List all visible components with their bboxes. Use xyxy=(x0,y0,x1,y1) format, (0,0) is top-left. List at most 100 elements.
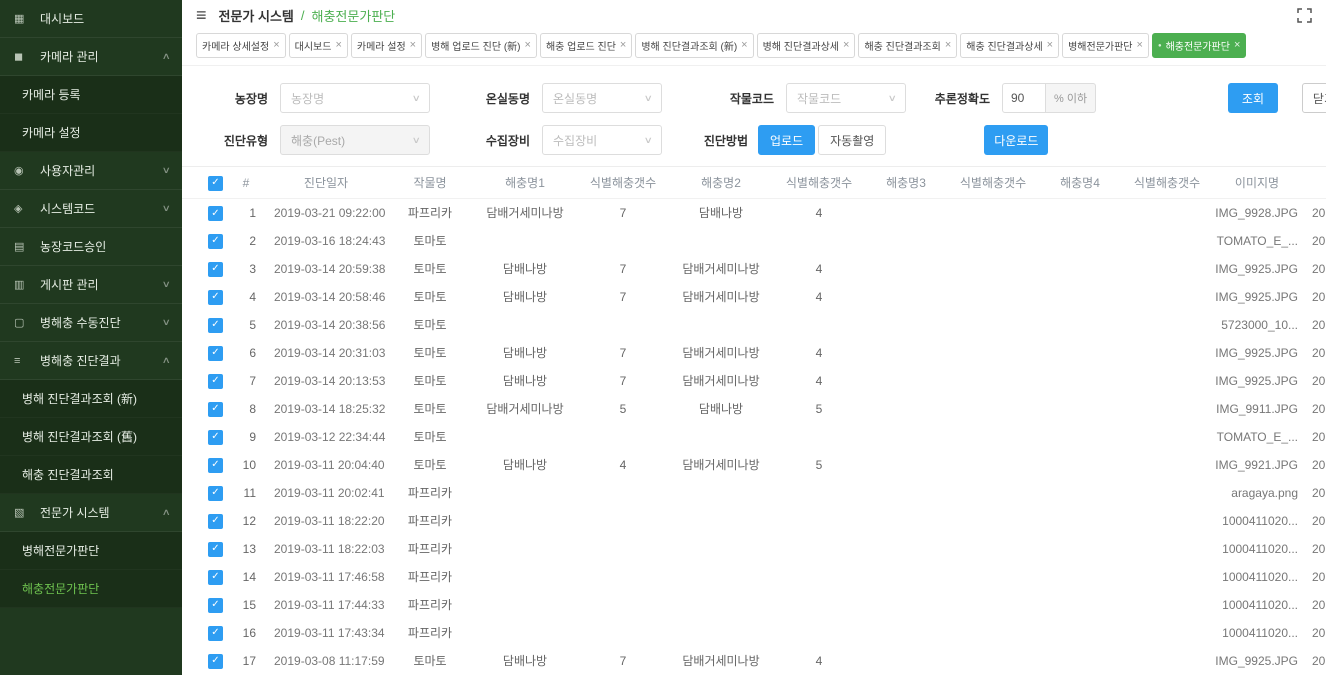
sidebar-item-disease-result-old[interactable]: 병해 진단결과조회 (舊) xyxy=(0,418,182,456)
cell-check: ✓ xyxy=(182,367,228,395)
cell-cnt3 xyxy=(948,283,1038,311)
accuracy-input[interactable] xyxy=(1002,83,1046,113)
row-checkbox[interactable]: ✓ xyxy=(208,458,223,473)
row-checkbox[interactable]: ✓ xyxy=(208,598,223,613)
tab-close-icon[interactable]: × xyxy=(410,40,416,51)
cell-pest3 xyxy=(864,227,948,255)
cell-num: 3 xyxy=(228,255,264,283)
cell-pest4 xyxy=(1038,451,1122,479)
sidebar-item-label: 카메라 설정 xyxy=(22,124,170,141)
tab-11[interactable]: ●해충전문가판단× xyxy=(1152,33,1246,58)
cell-reg: 201 xyxy=(1302,451,1326,479)
tab-1[interactable]: 카메라 상세설정× xyxy=(196,33,286,58)
row-checkbox[interactable]: ✓ xyxy=(208,206,223,221)
cell-cnt4 xyxy=(1122,479,1212,507)
select-all-checkbox[interactable]: ✓ xyxy=(208,176,223,191)
greenhouse-select[interactable]: 온실동명 ∨ xyxy=(542,83,662,113)
row-checkbox[interactable]: ✓ xyxy=(208,234,223,249)
sidebar-item-label: 해충전문가판단 xyxy=(22,580,170,597)
row-checkbox[interactable]: ✓ xyxy=(208,290,223,305)
tab-close-icon[interactable]: × xyxy=(620,40,626,51)
row-checkbox[interactable]: ✓ xyxy=(208,374,223,389)
equipment-select[interactable]: 수집장비 ∨ xyxy=(542,125,662,155)
tab-3[interactable]: 카메라 설정× xyxy=(351,33,422,58)
sidebar-item-system-code[interactable]: ◈시스템코드∨ xyxy=(0,190,182,228)
download-button[interactable]: 다운로드 xyxy=(984,125,1048,155)
row-checkbox[interactable]: ✓ xyxy=(208,318,223,333)
tab-close-icon[interactable]: × xyxy=(1047,40,1053,51)
tab-10[interactable]: 병해전문가판단× xyxy=(1062,33,1149,58)
tab-close-icon[interactable]: × xyxy=(273,40,279,51)
row-checkbox[interactable]: ✓ xyxy=(208,402,223,417)
tab-close-icon[interactable]: × xyxy=(945,40,951,51)
tab-close-icon[interactable]: × xyxy=(1137,40,1143,51)
row-checkbox[interactable]: ✓ xyxy=(208,626,223,641)
tab-close-icon[interactable]: × xyxy=(525,40,531,51)
method-autocapture-button[interactable]: 자동촬영 xyxy=(818,125,886,155)
tab-close-icon[interactable]: × xyxy=(335,40,341,51)
cell-image: aragaya.png xyxy=(1212,479,1302,507)
hamburger-menu-icon[interactable]: ≡ xyxy=(196,6,207,24)
row-checkbox[interactable]: ✓ xyxy=(208,346,223,361)
sidebar-item-dashboard[interactable]: ▦대시보드 xyxy=(0,0,182,38)
tab-close-icon[interactable]: × xyxy=(1234,40,1240,51)
column-header-pest3: 해충명3 xyxy=(864,167,948,199)
sidebar-item-farm-code-approval[interactable]: ▤농장코드승인 xyxy=(0,228,182,266)
row-checkbox[interactable]: ✓ xyxy=(208,430,223,445)
row-checkbox[interactable]: ✓ xyxy=(208,542,223,557)
method-upload-button[interactable]: 업로드 xyxy=(758,125,815,155)
cell-cnt1: 7 xyxy=(578,647,668,675)
close-button[interactable]: 닫기 xyxy=(1302,83,1326,113)
crop-code-select[interactable]: 작물코드 ∨ xyxy=(786,83,906,113)
sidebar-item-expert-system[interactable]: ▧전문가 시스템∧ xyxy=(0,494,182,532)
cell-image: IMG_9911.JPG xyxy=(1212,395,1302,423)
cell-image: TOMATO_E_... xyxy=(1212,423,1302,451)
monitor-icon: ▢ xyxy=(14,316,34,329)
sidebar-item-pest-diagnosis-results[interactable]: ≡병해충 진단결과∧ xyxy=(0,342,182,380)
tab-6[interactable]: 병해 진단결과조회 (新)× xyxy=(635,33,753,58)
tab-close-icon[interactable]: × xyxy=(843,40,849,51)
sidebar-item-camera-settings[interactable]: 카메라 설정 xyxy=(0,114,182,152)
tab-close-icon[interactable]: × xyxy=(741,40,747,51)
cell-image: IMG_9925.JPG xyxy=(1212,367,1302,395)
tab-2[interactable]: 대시보드× xyxy=(289,33,348,58)
cell-reg: 201 xyxy=(1302,339,1326,367)
tab-5[interactable]: 해충 업로드 진단× xyxy=(540,33,632,58)
cell-cnt4 xyxy=(1122,311,1212,339)
cell-cnt4 xyxy=(1122,423,1212,451)
column-header-check[interactable]: ✓ xyxy=(182,167,228,199)
cell-cnt1: 7 xyxy=(578,339,668,367)
farm-select[interactable]: 농장명 ∨ xyxy=(280,83,430,113)
cell-pest2: 담배거세미나방 xyxy=(668,283,774,311)
sidebar-item-camera-register[interactable]: 카메라 등록 xyxy=(0,76,182,114)
sidebar-item-pest-expert[interactable]: 해충전문가판단 xyxy=(0,570,182,608)
sidebar-item-user-management[interactable]: ◉사용자관리∨ xyxy=(0,152,182,190)
row-checkbox[interactable]: ✓ xyxy=(208,262,223,277)
tab-label: 병해 업로드 진단 (新) xyxy=(431,38,520,53)
search-button[interactable]: 조회 xyxy=(1228,83,1278,113)
row-checkbox[interactable]: ✓ xyxy=(208,654,223,669)
diagnosis-type-select[interactable]: 해충(Pest) ∨ xyxy=(280,125,430,155)
sidebar-item-label: 게시판 관리 xyxy=(40,276,163,293)
sidebar-item-board-management[interactable]: ▥게시판 관리∨ xyxy=(0,266,182,304)
sidebar-item-camera-management[interactable]: ◼카메라 관리∧ xyxy=(0,38,182,76)
row-checkbox[interactable]: ✓ xyxy=(208,514,223,529)
fullscreen-icon[interactable] xyxy=(1297,8,1312,23)
sidebar-item-pest-manual-diagnosis[interactable]: ▢병해충 수동진단∨ xyxy=(0,304,182,342)
row-checkbox[interactable]: ✓ xyxy=(208,570,223,585)
tab-7[interactable]: 병해 진단결과상세× xyxy=(757,33,856,58)
sidebar-item-pest-result[interactable]: 해충 진단결과조회 xyxy=(0,456,182,494)
cell-pest1: 담배나방 xyxy=(472,647,578,675)
sidebar-item-label: 시스템코드 xyxy=(40,200,163,217)
cell-date: 2019-03-11 20:04:40 xyxy=(264,451,388,479)
sidebar-item-disease-expert[interactable]: 병해전문가판단 xyxy=(0,532,182,570)
row-checkbox[interactable]: ✓ xyxy=(208,486,223,501)
tab-8[interactable]: 해충 진단결과조회× xyxy=(858,33,957,58)
cell-num: 2 xyxy=(228,227,264,255)
sidebar-item-disease-result-new[interactable]: 병해 진단결과조회 (新) xyxy=(0,380,182,418)
tab-9[interactable]: 해충 진단결과상세× xyxy=(960,33,1059,58)
cell-num: 9 xyxy=(228,423,264,451)
cell-cnt4 xyxy=(1122,367,1212,395)
cell-pest1 xyxy=(472,563,578,591)
tab-4[interactable]: 병해 업로드 진단 (新) × xyxy=(425,33,537,58)
